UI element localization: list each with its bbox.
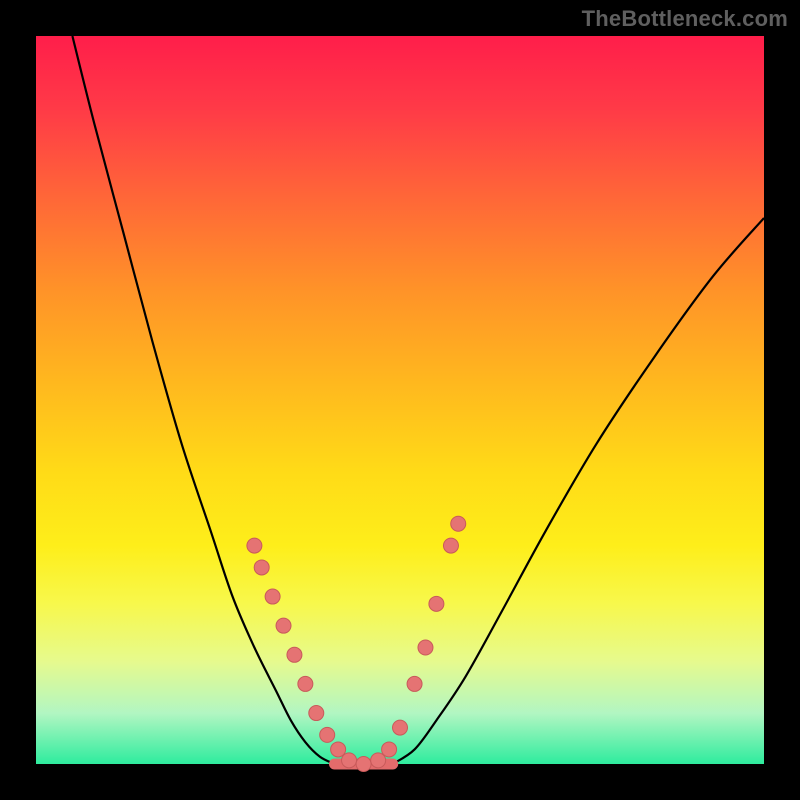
- data-marker: [429, 596, 444, 611]
- data-marker: [276, 618, 291, 633]
- data-marker: [287, 647, 302, 662]
- right-curve: [393, 218, 764, 764]
- data-marker: [320, 727, 335, 742]
- data-markers: [247, 516, 466, 771]
- data-marker: [371, 753, 386, 768]
- watermark-text: TheBottleneck.com: [582, 6, 788, 32]
- data-marker: [298, 676, 313, 691]
- chart-svg: [36, 36, 764, 764]
- data-marker: [247, 538, 262, 553]
- data-marker: [407, 676, 422, 691]
- plot-area: [36, 36, 764, 764]
- data-marker: [356, 757, 371, 772]
- data-marker: [451, 516, 466, 531]
- data-marker: [418, 640, 433, 655]
- data-marker: [382, 742, 397, 757]
- data-marker: [331, 742, 346, 757]
- chart-frame: TheBottleneck.com: [0, 0, 800, 800]
- data-marker: [342, 753, 357, 768]
- data-marker: [393, 720, 408, 735]
- data-marker: [265, 589, 280, 604]
- data-marker: [309, 706, 324, 721]
- data-marker: [443, 538, 458, 553]
- data-marker: [254, 560, 269, 575]
